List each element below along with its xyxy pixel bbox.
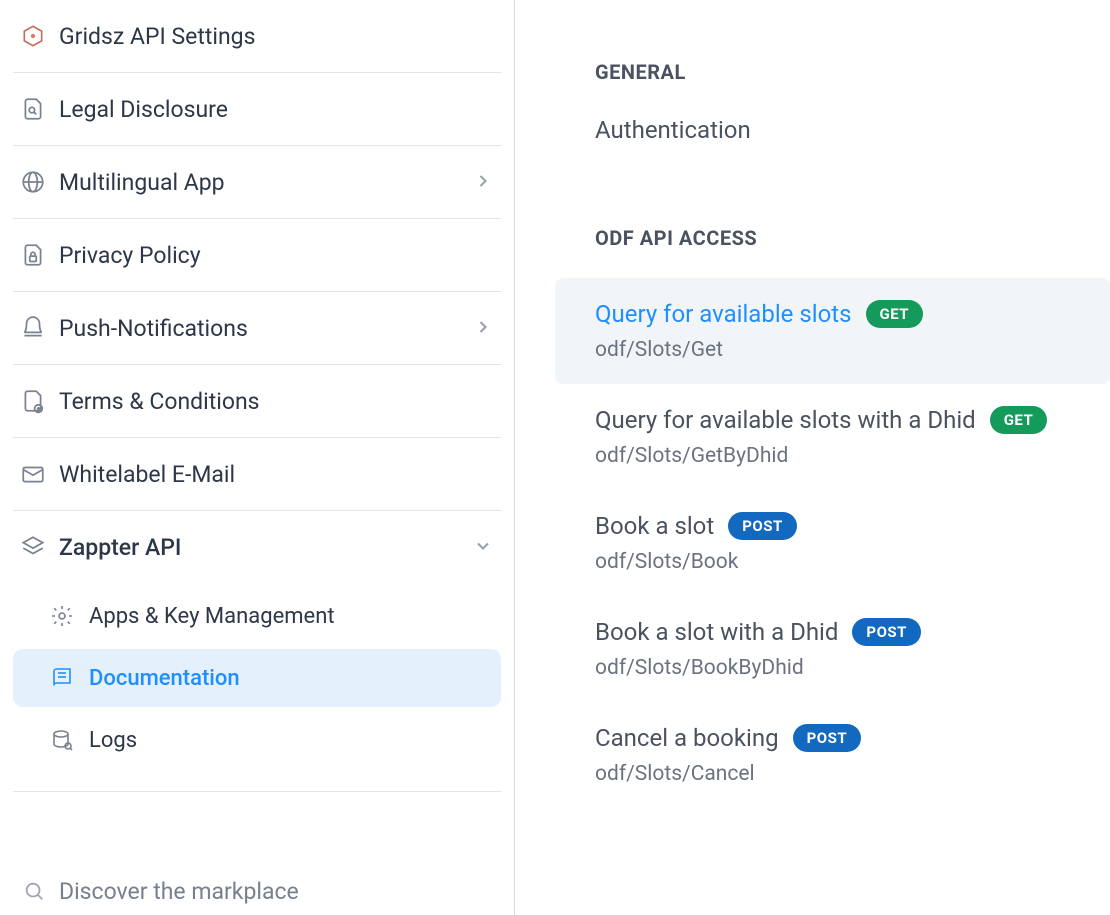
chevron-down-icon [473, 536, 495, 558]
nav-item-gridsz-api-settings[interactable]: Gridsz API Settings [13, 0, 501, 73]
nav-item-label: Push-Notifications [59, 315, 473, 342]
nav-item-label: Zappter API [59, 534, 473, 561]
chevron-right-icon [473, 317, 495, 339]
endpoint-title: Book a slot [595, 512, 714, 540]
bell-icon [19, 314, 47, 342]
grid-icon [19, 22, 47, 50]
nav-item-label: Multilingual App [59, 169, 473, 196]
endpoint-title: Query for available slots with a Dhid [595, 406, 976, 434]
nav-item-label: Whitelabel E-Mail [59, 461, 495, 488]
endpoint-path: odf/Slots/BookByDhid [595, 656, 1110, 680]
method-badge-post: POST [793, 724, 862, 752]
subnav-item-label: Logs [89, 728, 137, 753]
nav-item-label: Legal Disclosure [59, 96, 495, 123]
document-lock-icon [19, 241, 47, 269]
endpoint-title-row: Cancel a booking POST [595, 724, 1110, 752]
nav-item-multilingual-app[interactable]: Multilingual App [13, 146, 501, 219]
gear-icon [49, 603, 75, 629]
method-badge-get: GET [990, 406, 1048, 434]
chevron-right-icon [473, 171, 495, 193]
book-icon [49, 665, 75, 691]
section-header-general: GENERAL [595, 60, 1110, 84]
nav-item-terms-conditions[interactable]: Terms & Conditions [13, 365, 501, 438]
endpoint-query-slots[interactable]: Query for available slots GET odf/Slots/… [555, 278, 1110, 384]
nav-item-label: Privacy Policy [59, 242, 495, 269]
nav-item-legal-disclosure[interactable]: Legal Disclosure [13, 73, 501, 146]
subnav-item-documentation[interactable]: Documentation [13, 649, 501, 707]
nav-item-push-notifications[interactable]: Push-Notifications [13, 292, 501, 365]
endpoint-path: odf/Slots/Cancel [595, 762, 1110, 786]
method-badge-post: POST [852, 618, 921, 646]
content-panel: GENERAL Authentication ODF API ACCESS Qu… [515, 0, 1110, 915]
endpoint-path: odf/Slots/GetByDhid [595, 444, 1110, 468]
endpoint-title-row: Book a slot with a Dhid POST [595, 618, 1110, 646]
subnav-zappter-api: Apps & Key Management Documentation [13, 587, 501, 792]
document-search-icon [19, 95, 47, 123]
endpoint-list: Query for available slots GET odf/Slots/… [555, 278, 1110, 808]
sidebar: Gridsz API Settings Legal Disclosure [0, 0, 515, 915]
endpoint-path: odf/Slots/Get [595, 338, 1110, 362]
nav-list: Gridsz API Settings Legal Disclosure [13, 0, 501, 852]
mail-icon [19, 460, 47, 488]
endpoint-book-slot[interactable]: Book a slot POST odf/Slots/Book [555, 490, 1110, 596]
endpoint-title-row: Book a slot POST [595, 512, 1110, 540]
method-badge-post: POST [728, 512, 797, 540]
endpoint-cancel-booking[interactable]: Cancel a booking POST odf/Slots/Cancel [555, 702, 1110, 808]
subnav-item-label: Apps & Key Management [89, 604, 335, 629]
nav-item-privacy-policy[interactable]: Privacy Policy [13, 219, 501, 292]
discover-marketplace-link[interactable]: Discover the markplace [13, 852, 501, 915]
method-badge-get: GET [866, 300, 924, 328]
subnav-item-apps-key-management[interactable]: Apps & Key Management [13, 587, 501, 645]
nav-item-whitelabel-email[interactable]: Whitelabel E-Mail [13, 438, 501, 511]
database-icon [49, 727, 75, 753]
endpoint-path: odf/Slots/Book [595, 550, 1110, 574]
doc-link-authentication[interactable]: Authentication [595, 112, 1110, 194]
layers-icon [19, 533, 47, 561]
subnav-item-logs[interactable]: Logs [13, 711, 501, 769]
endpoint-book-slot-dhid[interactable]: Book a slot with a Dhid POST odf/Slots/B… [555, 596, 1110, 702]
nav-item-zappter-api[interactable]: Zappter API [13, 511, 501, 583]
section-header-odf-api-access: ODF API ACCESS [595, 226, 1110, 250]
document-plus-icon [19, 387, 47, 415]
endpoint-title: Book a slot with a Dhid [595, 618, 838, 646]
discover-label: Discover the markplace [59, 878, 299, 905]
endpoint-title-row: Query for available slots GET [595, 300, 1110, 328]
endpoint-query-slots-dhid[interactable]: Query for available slots with a Dhid GE… [555, 384, 1110, 490]
nav-item-label: Gridsz API Settings [59, 23, 495, 50]
globe-icon [19, 168, 47, 196]
endpoint-title: Query for available slots [595, 300, 852, 328]
search-icon [23, 880, 47, 904]
nav-item-label: Terms & Conditions [59, 388, 495, 415]
endpoint-title: Cancel a booking [595, 724, 779, 752]
subnav-item-label: Documentation [89, 666, 240, 691]
endpoint-title-row: Query for available slots with a Dhid GE… [595, 406, 1110, 434]
